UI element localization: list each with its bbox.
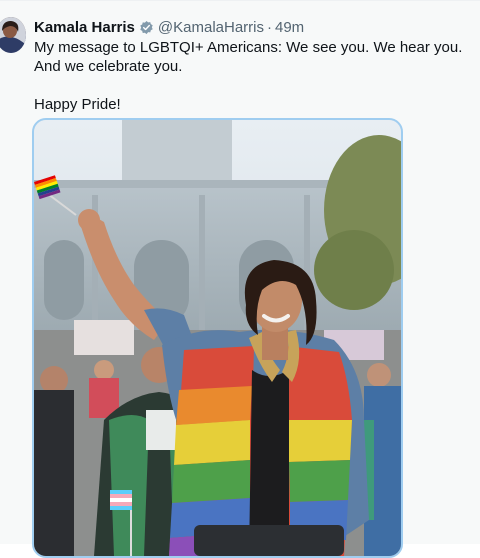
tweet-header: Kamala Harris @KamalaHarris · 49m	[34, 17, 304, 37]
avatar-image	[0, 17, 26, 53]
tweet[interactable]: Kamala Harris @KamalaHarris · 49m My mes…	[0, 0, 480, 558]
tweet-text-line: My message to LGBTQI+ Americans: We see …	[34, 39, 463, 75]
author-name[interactable]: Kamala Harris	[34, 19, 135, 36]
tweet-photo[interactable]	[32, 118, 403, 558]
separator-dot: ·	[267, 18, 272, 36]
verified-badge-icon	[139, 20, 154, 35]
author-avatar[interactable]	[0, 17, 26, 53]
pride-parade-photo	[34, 120, 401, 556]
tweet-text-line: Happy Pride!	[34, 96, 121, 113]
author-handle[interactable]: @KamalaHarris	[158, 19, 264, 36]
tweet-text: My message to LGBTQI+ Americans: We see …	[34, 38, 474, 114]
timestamp[interactable]: 49m	[275, 19, 304, 36]
